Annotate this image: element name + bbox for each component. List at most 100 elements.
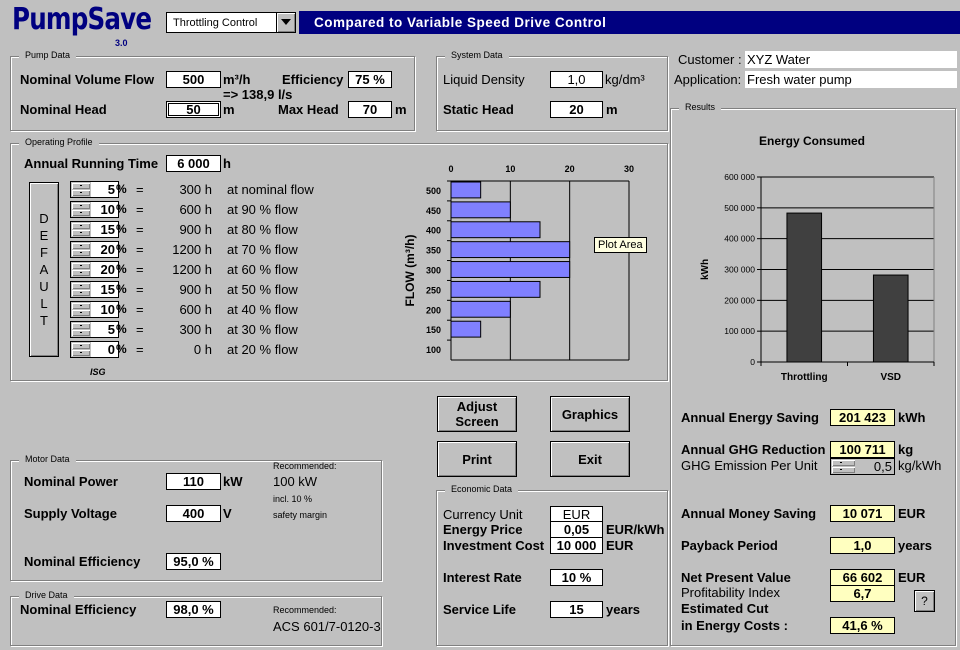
pump-data-group: Pump Data [10, 50, 415, 131]
application-label: Application: [674, 72, 742, 87]
annual-running-time-field[interactable]: 6 000 [166, 155, 221, 172]
print-button[interactable]: Print [437, 441, 517, 477]
flow-bar [450, 241, 571, 259]
chevron-down-icon[interactable] [276, 13, 295, 32]
comparison-title: Compared to Variable Speed Drive Control [299, 11, 960, 34]
ghg-emission-spinner[interactable] [830, 458, 856, 475]
hours-value: 900 h [179, 222, 212, 237]
percent-spinner[interactable] [70, 261, 92, 278]
control-select-value: Throttling Control [173, 17, 258, 29]
flow-bar [450, 280, 541, 298]
percent-field[interactable]: 20 [91, 241, 119, 258]
percent-field[interactable]: 10 [91, 301, 119, 318]
motor-efficiency-field[interactable]: 95,0 % [166, 553, 221, 570]
annual-money-saving-value: 10 071 [830, 505, 895, 522]
drive-efficiency-label: Nominal Efficiency [20, 602, 137, 617]
y-axis-title: FLOW (m³/h) [403, 235, 417, 307]
x-tick-label: 0 [448, 164, 453, 174]
npv-unit: EUR [898, 570, 926, 585]
percent-field[interactable]: 20 [91, 261, 119, 278]
graphics-button[interactable]: Graphics [550, 396, 630, 432]
ghg-reduction-unit: kg [898, 442, 914, 457]
energy-saving-unit: kWh [898, 410, 926, 425]
equals-sign: = [136, 282, 144, 297]
running-time-unit: h [223, 156, 231, 171]
hours-value: 600 h [179, 202, 212, 217]
percent-sign: % [116, 262, 127, 276]
percent-sign: % [116, 342, 127, 356]
default-button[interactable]: D E F A U L T [29, 182, 59, 357]
energy-consumed-chart[interactable]: Energy Consumed 0 100 000 200 000 300 000 400… [672, 120, 956, 390]
percent-spinner[interactable] [70, 301, 92, 318]
efficiency-field[interactable]: 75 % [348, 71, 392, 88]
percent-field[interactable]: 5 [91, 321, 119, 338]
x-tick-label: VSD [880, 372, 901, 383]
y-tick-label: 300 000 [724, 265, 755, 275]
percent-sign: % [116, 302, 127, 316]
percent-sign: % [116, 322, 127, 336]
percent-field[interactable]: 15 [91, 221, 119, 238]
nominal-head-label: Nominal Head [20, 102, 107, 117]
energy-price-field[interactable]: 0,05 [550, 521, 603, 538]
y-tick-label: 400 000 [724, 234, 755, 244]
flow-description: at 20 % flow [227, 342, 298, 357]
exit-button[interactable]: Exit [550, 441, 630, 477]
percent-spinner[interactable] [70, 341, 92, 358]
percent-spinner[interactable] [70, 241, 92, 258]
control-select[interactable]: Throttling Control [166, 12, 296, 33]
percent-sign: % [116, 242, 127, 256]
service-life-field[interactable]: 15 [550, 601, 603, 618]
percent-spinner[interactable] [70, 221, 92, 238]
hours-value: 300 h [179, 182, 212, 197]
x-tick-label: 30 [624, 164, 634, 174]
static-head-unit: m [606, 102, 618, 117]
ghg-emission-field[interactable]: 0,5 [856, 458, 895, 475]
percent-spinner[interactable] [70, 181, 92, 198]
percent-field[interactable]: 10 [91, 201, 119, 218]
interest-rate-field[interactable]: 10 % [550, 569, 603, 586]
payback-value: 1,0 [830, 537, 895, 554]
percent-field[interactable]: 0 [91, 341, 119, 358]
plot-area-tooltip: Plot Area [594, 237, 647, 253]
nominal-power-field[interactable]: 110 [166, 473, 221, 490]
help-button[interactable]: ? [914, 590, 935, 612]
hours-value: 1200 h [172, 262, 212, 277]
hours-value: 600 h [179, 302, 212, 317]
nominal-volume-flow-field[interactable]: 500 [166, 71, 221, 88]
max-head-unit: m [395, 102, 407, 117]
application-field[interactable]: Fresh water pump [745, 71, 957, 88]
static-head-field[interactable]: 20 [550, 101, 603, 118]
hours-value: 1200 h [172, 242, 212, 257]
energy-bar [786, 212, 823, 363]
percent-sign: % [116, 222, 127, 236]
supply-voltage-label: Supply Voltage [24, 506, 117, 521]
hours-value: 900 h [179, 282, 212, 297]
drive-efficiency-field[interactable]: 98,0 % [166, 601, 221, 618]
y-tick-label: 600 000 [724, 172, 755, 182]
profitability-value: 6,7 [830, 585, 895, 602]
hours-value: 0 h [193, 342, 212, 357]
motor-recommended-note: safety margin [273, 510, 328, 520]
percent-sign: % [116, 282, 127, 296]
group-label: Drive Data [19, 590, 74, 600]
percent-field[interactable]: 15 [91, 281, 119, 298]
equals-sign: = [136, 322, 144, 337]
percent-spinner[interactable] [70, 281, 92, 298]
max-head-field[interactable]: 70 [348, 101, 392, 118]
percent-spinner[interactable] [70, 201, 92, 218]
customer-field[interactable]: XYZ Water [745, 51, 957, 68]
nominal-head-field[interactable]: 50 [166, 101, 221, 118]
y-tick-label: 100 [426, 345, 441, 355]
estimated-cut-label: in Energy Costs : [681, 618, 788, 633]
energy-bar [872, 274, 909, 363]
adjust-screen-button[interactable]: Adjust Screen [437, 396, 517, 432]
currency-unit-label: Currency Unit [443, 507, 523, 522]
percent-field[interactable]: 5 [91, 181, 119, 198]
flow-profile-chart[interactable]: 0 10 20 30 500 450 400 350 300 250 200 150 100 FLOW (… [395, 155, 655, 365]
liquid-density-field[interactable]: 1,0 [550, 71, 603, 88]
supply-voltage-field[interactable]: 400 [166, 505, 221, 522]
max-head-label: Max Head [278, 102, 339, 117]
percent-spinner[interactable] [70, 321, 92, 338]
investment-cost-field[interactable]: 10 000 [550, 537, 603, 554]
chart-title: Energy Consumed [759, 134, 865, 148]
